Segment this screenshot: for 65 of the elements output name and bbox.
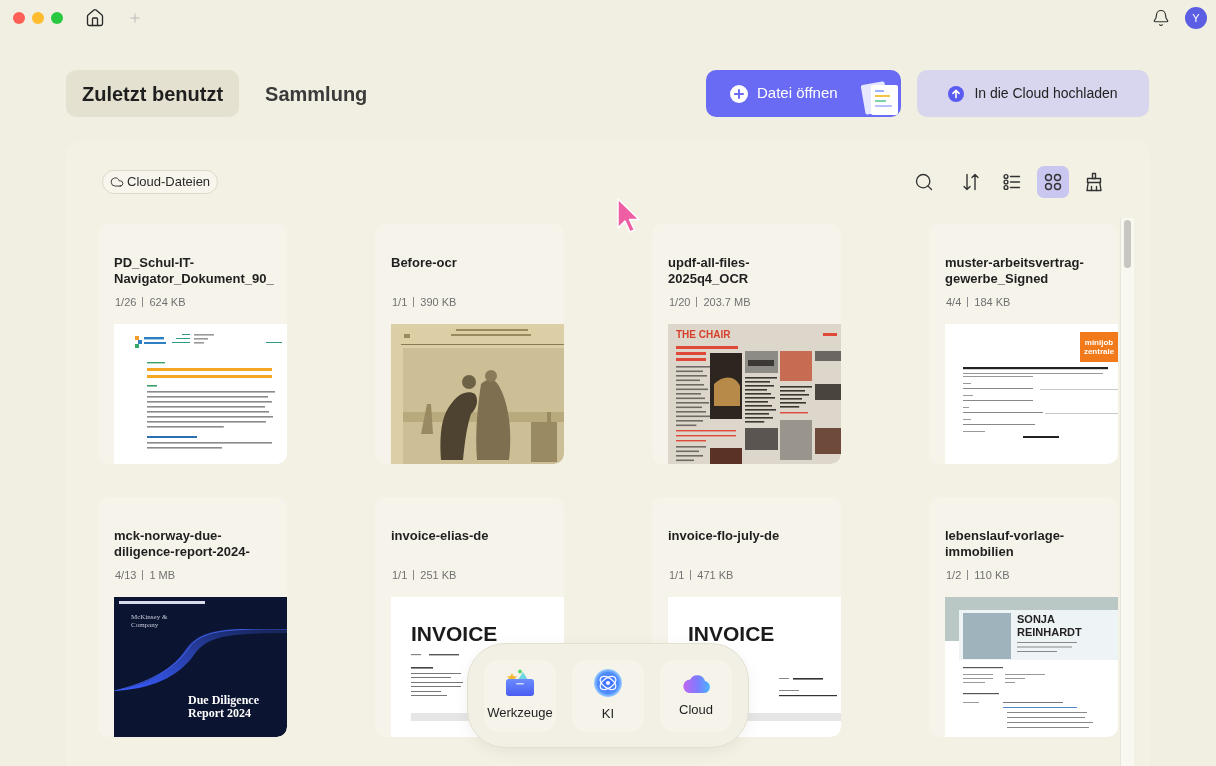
user-avatar[interactable]: Y [1185,7,1207,29]
file-name: Before-ocr [391,255,458,271]
file-size: 471 KB [697,568,734,582]
sort-icon [961,172,981,192]
file-card[interactable]: Before-ocr 1/1 390 KB [375,224,564,464]
file-size: 624 KB [149,295,186,309]
header-tag-drawing [823,332,837,336]
file-size: 110 KB [974,568,1010,582]
file-card[interactable]: muster-arbeitsvertrag-gewerbe_Signed 4/4 184 KB minijob zentrale [929,224,1118,464]
file-name: lebenslauf-vorlage-immobilien [945,528,1066,560]
tab[interactable]: Zuletzt benutzt [66,70,240,117]
open-file-button[interactable]: Datei öffnen [706,70,901,117]
grid-tool-button[interactable] [1037,166,1069,198]
plus-circle-icon [730,84,748,103]
upload-cloud-button[interactable]: In die Cloud hochladen [917,70,1149,117]
scrollbar[interactable] [1120,218,1134,766]
page-count: 1/1 [669,568,685,582]
page-count: 1/20 [669,295,691,309]
list-view-icon [1002,172,1022,192]
page-count: 1/1 [392,568,408,582]
resume-name: SONJA REINHARDT [1017,613,1083,639]
home-icon[interactable] [85,8,105,28]
broom-icon [1084,172,1104,192]
file-name: muster-arbeitsvertrag-gewerbe_Signed [945,255,1085,287]
photo-placeholder [963,613,1011,659]
dock-item[interactable]: KI [572,659,644,732]
file-name: updf-all-files-2025q4_OCR [668,255,751,287]
file-card[interactable]: lebenslauf-vorlage-immobilien 1/2 110 KB SONJA REINHARDT [929,497,1118,737]
tab[interactable]: Sammlung [249,70,384,117]
file-name: invoice-elias-de [391,528,490,544]
file-name: mck-norway-due-diligence-report-2024- [114,528,251,560]
file-size: 251 KB [420,568,457,582]
file-size: 203.7 MB [703,295,751,309]
file-size: 1 MB [149,568,176,582]
company-logo: minijob zentrale [1080,332,1118,362]
scrollbar-thumb[interactable] [1124,220,1131,268]
page-count: 1/26 [115,295,137,309]
upload-icon [948,85,965,102]
ai-orb-icon [593,667,623,698]
notification-bell-icon[interactable] [1152,9,1170,27]
page-count: 4/13 [115,568,137,582]
grid-view-icon [1043,172,1063,192]
page-count: 4/4 [946,295,962,309]
dock-item[interactable]: Cloud [660,659,732,732]
file-name: invoice-flo-july-de [668,528,781,544]
page-count: 1/1 [392,295,408,309]
document-stack-icon [859,81,899,115]
cloud-outline-icon [110,175,124,189]
file-card[interactable]: updf-all-files-2025q4_OCR 1/20 203.7 MB THE CHAIR [652,224,841,464]
close-window-icon[interactable] [13,12,25,24]
toolbox-icon [504,668,536,697]
file-size: 184 KB [974,295,1011,309]
search-icon [914,172,934,192]
file-size: 390 KB [420,295,457,309]
page-count: 1/2 [946,568,962,582]
report-title: Due Diligence Report 2024 [188,694,260,720]
mouse-pointer-icon [616,197,640,233]
file-name: PD_Schul-IT-Navigator_Dokument_90_ [114,255,275,287]
invoice-title: INVOICE [411,623,498,645]
file-card[interactable]: PD_Schul-IT-Navigator_Dokument_90_ 1/26 624 KB [98,224,287,464]
invoice-title: INVOICE [688,623,775,645]
cloud-files-filter[interactable]: Cloud-Dateien [102,170,219,194]
contact-lines-drawing [1017,642,1077,652]
magazine-title: THE CHAIR [676,328,731,340]
dock-item[interactable]: Werkzeuge [484,659,556,732]
